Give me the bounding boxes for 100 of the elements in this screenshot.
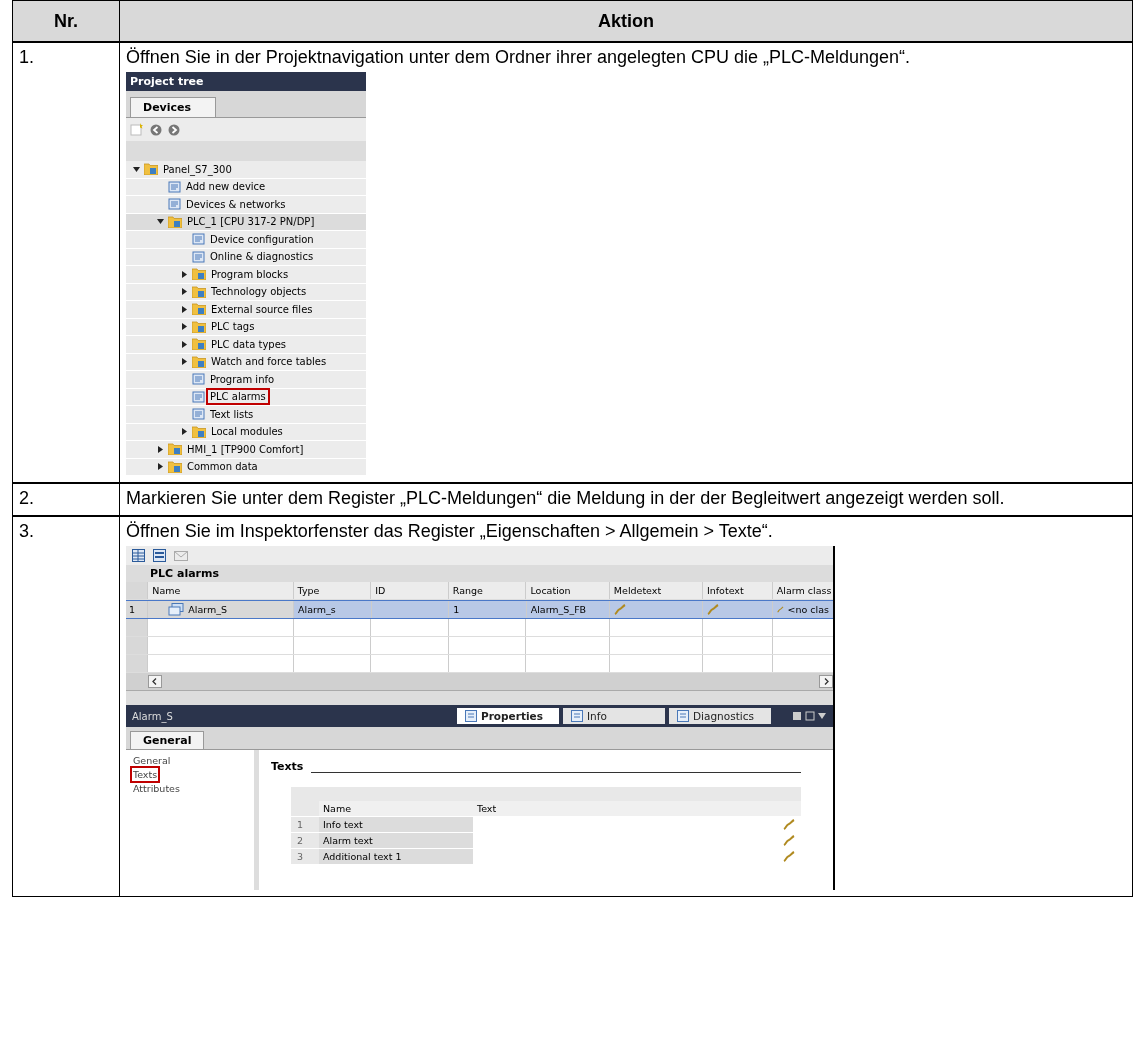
step-instruction: Markieren Sie unter dem Register „PLC-Meldungen“ die Meldung in der der Begleitwert angezeigt werden soll. bbox=[126, 488, 1006, 509]
scroll-left-icon[interactable] bbox=[148, 675, 162, 688]
nav-item[interactable]: Attributes bbox=[132, 782, 181, 795]
section-title: Texts bbox=[271, 760, 304, 773]
column-header: Name bbox=[319, 801, 473, 816]
collapse-arrow-icon[interactable] bbox=[157, 218, 164, 226]
folder-icon bbox=[168, 443, 182, 456]
step-number: 1. bbox=[19, 47, 34, 67]
folder-icon bbox=[192, 268, 206, 281]
tree-item[interactable]: Local modules bbox=[209, 425, 285, 439]
expand-arrow-icon[interactable] bbox=[157, 463, 164, 471]
tree-item[interactable]: PLC data types bbox=[209, 337, 288, 351]
item-icon bbox=[192, 390, 205, 403]
inspector-tab[interactable]: Diagnostics bbox=[669, 708, 771, 724]
step-instruction: Öffnen Sie in der Projektnavigation unter dem Ordner ihrer angelegten CPU die „PLC-Meldungen“. bbox=[126, 47, 912, 68]
expand-arrow-icon[interactable] bbox=[181, 288, 188, 296]
back-icon[interactable] bbox=[150, 123, 162, 136]
column-header: Aktion bbox=[119, 0, 1133, 42]
tree-item[interactable]: HMI_1 [TP900 Comfort] bbox=[185, 442, 306, 456]
column-header: Location bbox=[525, 582, 609, 599]
link-icon[interactable] bbox=[783, 835, 795, 846]
expand-arrow-icon[interactable] bbox=[181, 270, 188, 278]
folder-icon bbox=[168, 460, 182, 473]
table-cell: Info text bbox=[319, 817, 473, 832]
nav-item[interactable]: General bbox=[132, 754, 172, 767]
step-number: 2. bbox=[19, 488, 34, 508]
table-cell: 1 bbox=[453, 604, 460, 615]
tree-item[interactable]: Text lists bbox=[208, 407, 256, 421]
link-icon[interactable] bbox=[783, 819, 795, 830]
row-number: 3 bbox=[296, 851, 305, 862]
table-cell: Additional text 1 bbox=[319, 849, 473, 864]
column-header: ID bbox=[370, 582, 448, 599]
column-header: Nr. bbox=[12, 0, 120, 42]
expand-arrow-icon[interactable] bbox=[181, 340, 188, 348]
folder-icon bbox=[192, 425, 206, 438]
link-icon[interactable] bbox=[783, 851, 795, 862]
collapse-arrow-icon[interactable] bbox=[133, 165, 140, 173]
folder-icon bbox=[192, 320, 206, 333]
nav-item[interactable]: Texts bbox=[132, 768, 159, 781]
tree-item[interactable]: Program blocks bbox=[209, 267, 291, 281]
tree-item[interactable]: External source files bbox=[209, 302, 315, 316]
column-header: Type bbox=[292, 582, 371, 599]
column-header: Alarm class bbox=[771, 582, 833, 599]
folder-icon bbox=[192, 285, 206, 298]
folder-icon bbox=[168, 215, 182, 228]
inspector-title: Alarm_S bbox=[132, 710, 174, 722]
row-number: 1 bbox=[296, 819, 305, 830]
alarm-icon bbox=[168, 603, 185, 616]
expand-arrow-icon[interactable] bbox=[181, 428, 188, 436]
tree-item[interactable]: Panel_S7_300 bbox=[161, 162, 234, 176]
editor-title: PLC alarms bbox=[126, 565, 833, 582]
tab-icon bbox=[571, 710, 583, 722]
tree-item[interactable]: Devices & networks bbox=[184, 197, 288, 211]
tree-item[interactable]: Online & diagnostics bbox=[208, 250, 316, 264]
tree-item[interactable]: Watch and force tables bbox=[209, 355, 329, 369]
general-tab[interactable]: General bbox=[130, 731, 205, 749]
inspector-tab[interactable]: Info bbox=[563, 708, 665, 724]
expand-arrow-icon[interactable] bbox=[181, 323, 188, 331]
item-icon bbox=[168, 180, 181, 193]
devices-tab[interactable]: Devices bbox=[130, 97, 216, 117]
table-cell: <no clas bbox=[787, 604, 829, 615]
scroll-right-icon[interactable] bbox=[819, 675, 833, 688]
folder-icon bbox=[192, 338, 206, 351]
table-cell: Alarm_S bbox=[188, 604, 228, 615]
table-icon[interactable] bbox=[132, 549, 145, 562]
item-icon bbox=[168, 198, 181, 211]
tree-item[interactable]: Program info bbox=[208, 372, 277, 386]
tree-item[interactable]: Add new device bbox=[184, 180, 268, 194]
tab-icon bbox=[465, 710, 477, 722]
table-cell: Alarm_s bbox=[298, 604, 336, 615]
hex-icon[interactable] bbox=[153, 549, 166, 562]
horizontal-scrollbar[interactable] bbox=[126, 673, 833, 690]
tree-item[interactable]: Device configuration bbox=[208, 232, 316, 246]
item-icon bbox=[192, 250, 205, 263]
column-header: Range bbox=[447, 582, 526, 599]
column-header: Infotext bbox=[701, 582, 772, 599]
table-cell: Alarm text bbox=[319, 833, 473, 848]
tree-item[interactable]: PLC tags bbox=[209, 320, 257, 334]
expand-arrow-icon[interactable] bbox=[181, 305, 188, 313]
step-instruction: Öffnen Sie im Inspektorfenster das Register „Eigenschaften > Allgemein > Texte“. bbox=[126, 521, 774, 542]
panel-title: Project tree bbox=[126, 72, 366, 91]
item-icon bbox=[192, 233, 205, 246]
folder-icon bbox=[192, 303, 206, 316]
step-number: 3. bbox=[19, 521, 34, 541]
expand-arrow-icon[interactable] bbox=[181, 358, 188, 366]
forward-icon[interactable] bbox=[168, 123, 180, 136]
inspector-tab[interactable]: Properties bbox=[457, 708, 559, 724]
tree-item[interactable]: Technology objects bbox=[209, 285, 309, 299]
column-header: Text bbox=[473, 801, 801, 816]
folder-icon bbox=[144, 163, 158, 176]
window-controls-icon[interactable] bbox=[793, 711, 827, 721]
row-number: 1 bbox=[126, 601, 148, 618]
item-icon bbox=[192, 408, 205, 421]
row-number: 2 bbox=[296, 835, 305, 846]
column-header: Meldetext bbox=[608, 582, 702, 599]
item-icon bbox=[192, 373, 205, 386]
expand-arrow-icon[interactable] bbox=[157, 445, 164, 453]
tree-item[interactable]: Common data bbox=[185, 460, 260, 474]
tree-item[interactable]: PLC alarms bbox=[208, 390, 268, 404]
table-cell: Alarm_S_FB bbox=[530, 604, 587, 615]
